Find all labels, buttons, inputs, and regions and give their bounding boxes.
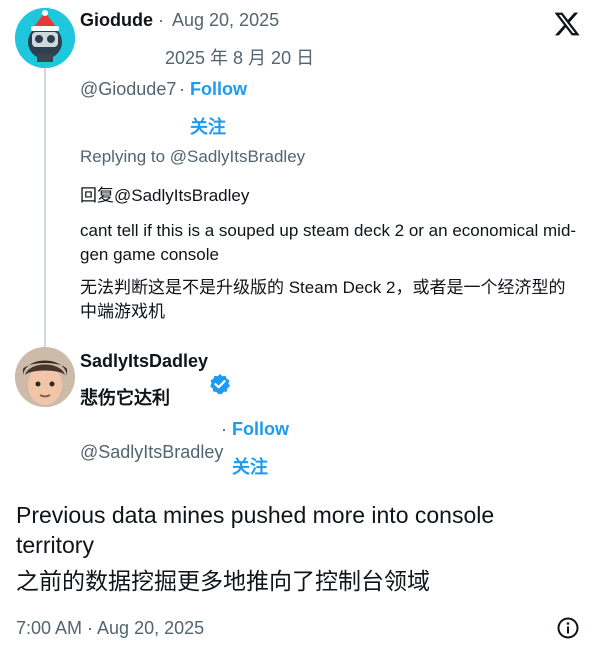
reply-follow-translated: 关注 <box>190 117 226 137</box>
main-follow-separator: · <box>221 419 227 439</box>
reply-header-separator: · <box>158 10 164 30</box>
verified-badge-icon <box>209 373 231 395</box>
replying-to-label[interactable]: Replying to @SadlyItsBradley <box>80 147 305 167</box>
main-follow-translated: 关注 <box>232 457 268 477</box>
main-post-text: Previous data mines pushed more into con… <box>16 502 495 558</box>
thread-connector <box>44 66 46 348</box>
main-author-name[interactable]: SadlyItsDadley <box>80 351 208 372</box>
reply-follow-separator: · <box>179 79 185 99</box>
reply-text: cant tell if this is a souped up steam d… <box>80 221 577 264</box>
main-follow-button[interactable]: Follow <box>232 419 289 440</box>
reply-date-translated: 2025 年 8 月 20 日 <box>165 48 315 68</box>
info-icon[interactable] <box>556 616 580 640</box>
x-logo-icon[interactable] <box>553 10 581 38</box>
reply-handle[interactable]: @Giodude7 <box>80 79 176 100</box>
main-handle[interactable]: @SadlyItsBradley <box>80 442 223 463</box>
avatar-sadlyitsdadley[interactable] <box>15 347 75 407</box>
reply-text-translated: 无法判断这是不是升级版的 Steam Deck 2，或者是一个经济型的中端游戏机 <box>80 278 566 321</box>
reply-author-name[interactable]: Giodude <box>80 10 153 31</box>
replying-to-translated: 回复@SadlyItsBradley <box>80 186 250 205</box>
avatar-giodude[interactable] <box>15 8 75 68</box>
post-timestamp[interactable]: 7:00 AM · Aug 20, 2025 <box>16 618 204 639</box>
main-author-name-translated: 悲伤它达利 <box>80 388 170 408</box>
main-post-text-translated: 之前的数据挖掘更多地推向了控制台领域 <box>16 568 430 594</box>
reply-date[interactable]: Aug 20, 2025 <box>172 10 279 31</box>
reply-follow-button[interactable]: Follow <box>190 79 247 100</box>
